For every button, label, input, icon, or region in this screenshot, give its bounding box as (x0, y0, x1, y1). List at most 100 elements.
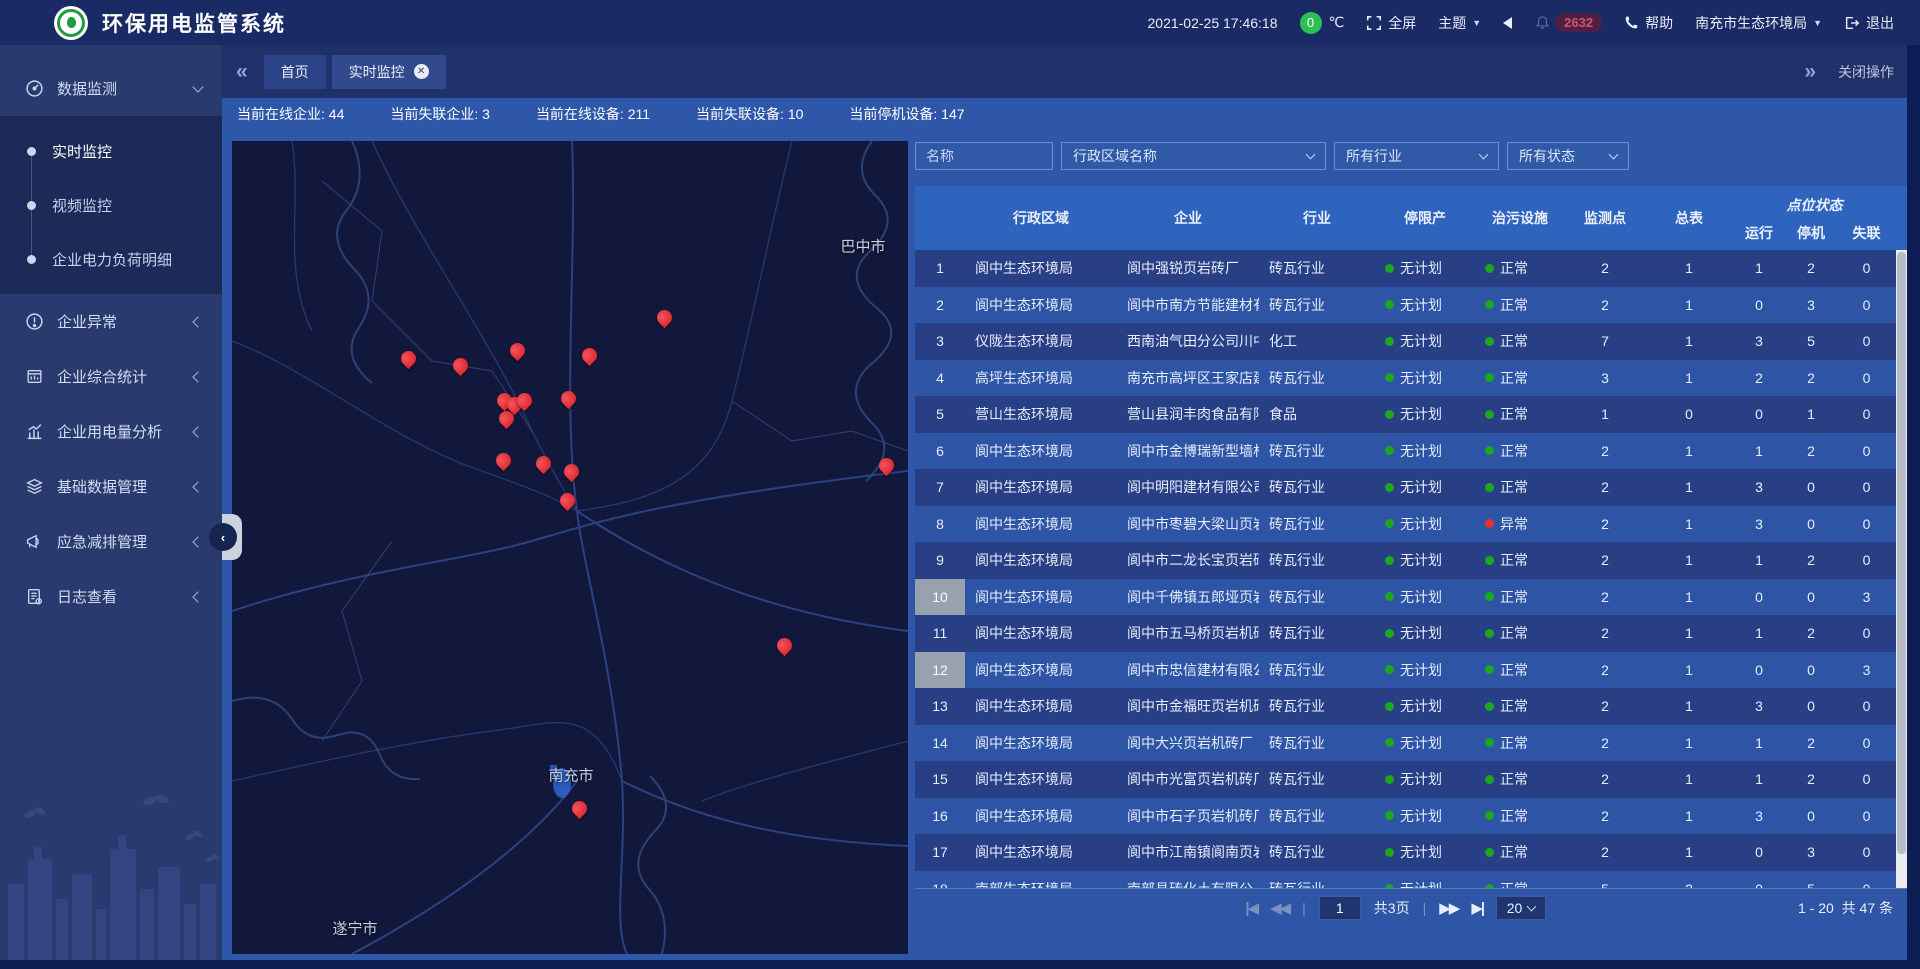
column-header: 行业 (1259, 186, 1375, 250)
sidebar-item-data-monitor[interactable]: 数据监测 (0, 61, 222, 116)
map-panel[interactable]: 巴中市南充市遂宁市 (232, 141, 908, 954)
notification-widget[interactable]: 2632 (1534, 13, 1602, 32)
sound-icon[interactable] (1503, 17, 1512, 29)
tab-home[interactable]: 首页 (264, 55, 326, 89)
sidebar-subitem-power-load-detail[interactable]: 企业电力负荷明细 (0, 232, 222, 286)
table-row[interactable]: 11阆中生态环境局阆中市五马桥页岩机砖砖瓦行业无计划正常21120 (915, 615, 1907, 652)
cell-monitor: 2 (1565, 615, 1645, 652)
first-page-icon[interactable]: |◀ (1245, 899, 1257, 917)
tabs-scroll-right-icon[interactable]: » (1804, 60, 1816, 84)
close-icon[interactable]: ✕ (414, 64, 429, 79)
table-row[interactable]: 14阆中生态环境局阆中大兴页岩机砖厂砖瓦行业无计划正常21120 (915, 725, 1907, 762)
cell-index: 17 (915, 834, 965, 871)
sidebar-item-log-view[interactable]: 日志查看 (0, 569, 222, 624)
cell-index: 11 (915, 615, 965, 652)
table-row[interactable]: 7阆中生态环境局阆中明阳建材有限公司砖瓦行业无计划正常21300 (915, 469, 1907, 506)
right-strip (1907, 0, 1920, 969)
table-row[interactable]: 16阆中生态环境局阆中市石子页岩机砖厂砖瓦行业无计划正常21300 (915, 798, 1907, 835)
table-row[interactable]: 12阆中生态环境局阆中市忠信建材有限公砖瓦行业无计划正常21003 (915, 652, 1907, 689)
stat-item: 当前在线企业: 44 (237, 104, 344, 124)
table-row[interactable]: 13阆中生态环境局阆中市金福旺页岩机砖砖瓦行业无计划正常21300 (915, 688, 1907, 725)
column-header-index (915, 186, 965, 250)
close-operations-button[interactable]: 关闭操作 (1838, 62, 1894, 82)
sidebar-subitem-video-monitor[interactable]: 视频监控 (0, 178, 222, 232)
table-header: 行政区域企业行业停限产治污设施监测点总表点位状态运行停机失联 (915, 186, 1907, 250)
logout-button[interactable]: 退出 (1844, 13, 1894, 33)
table-row[interactable]: 2阆中生态环境局阆中市南方节能建材有砖瓦行业无计划正常21030 (915, 287, 1907, 324)
scrollbar-thumb[interactable] (1897, 252, 1906, 854)
page-number-input[interactable] (1319, 896, 1361, 920)
table-row[interactable]: 1阆中生态环境局阆中强锐页岩砖厂砖瓦行业无计划正常21120 (915, 250, 1907, 287)
cell-facility-status: 正常 (1475, 433, 1565, 470)
cell-run: 0 (1733, 652, 1785, 689)
status-select[interactable]: 所有状态 (1507, 142, 1629, 170)
status-dot-icon (1485, 410, 1494, 419)
cell-run: 0 (1733, 871, 1785, 889)
table-row[interactable]: 10阆中生态环境局阆中千佛镇五郎垭页岩砖瓦行业无计划正常21003 (915, 579, 1907, 616)
table-row[interactable]: 3仪陇生态环境局西南油气田分公司川中化工无计划正常71350 (915, 323, 1907, 360)
fullscreen-button[interactable]: 全屏 (1366, 13, 1416, 33)
status-dot-icon (1385, 337, 1394, 346)
cell-run: 0 (1733, 834, 1785, 871)
sidebar-item-basic-data-management[interactable]: 基础数据管理 (0, 459, 222, 514)
last-page-icon[interactable]: ▶| (1471, 899, 1483, 917)
sidebar-item-enterprise-abnormal[interactable]: 企业异常 (0, 294, 222, 349)
page-size-select[interactable]: 20 (1496, 896, 1546, 920)
app-logo-icon (54, 6, 88, 40)
prev-page-icon[interactable]: ◀◀ (1270, 899, 1289, 917)
table-row[interactable]: 17阆中生态环境局阆中市江南镇阆南页岩砖瓦行业无计划正常21030 (915, 834, 1907, 871)
cell-company: 阆中市枣碧大梁山页岩 (1117, 506, 1259, 543)
chevron-left-icon (192, 536, 203, 547)
table-row[interactable]: 5营山生态环境局营山县润丰肉食品有限食品无计划正常10010 (915, 396, 1907, 433)
status-dot-icon (1485, 337, 1494, 346)
column-header: 停限产 (1375, 186, 1475, 250)
sidebar-menu: 数据监测实时监控视频监控企业电力负荷明细企业异常企业综合统计企业用电量分析基础数… (0, 45, 222, 624)
sidebar-item-label: 企业用电量分析 (57, 421, 194, 442)
table-row[interactable]: 9阆中生态环境局阆中市二龙长宝页岩砖砖瓦行业无计划正常21120 (915, 542, 1907, 579)
chevron-down-icon (1609, 150, 1619, 160)
cell-facility-status: 正常 (1475, 360, 1565, 397)
cell-industry: 砖瓦行业 (1259, 798, 1375, 835)
status-dot-icon (1385, 519, 1394, 528)
tab-realtime[interactable]: 实时监控✕ (332, 55, 446, 89)
cell-monitor: 2 (1565, 287, 1645, 324)
cell-meter: 1 (1645, 615, 1733, 652)
cell-index: 10 (915, 579, 965, 616)
cell-run: 3 (1733, 798, 1785, 835)
cell-meter: 1 (1645, 469, 1733, 506)
filter-bar: 行政区域名称 所有行业 所有状态 (915, 142, 1629, 170)
map-collapse-handle[interactable]: ‹ (222, 514, 242, 560)
sidebar-item-enterprise-statistics[interactable]: 企业综合统计 (0, 349, 222, 404)
sidebar-item-power-usage-analysis[interactable]: 企业用电量分析 (0, 404, 222, 459)
table-row[interactable]: 18南部生态环境局南部县砖化土有限公砖瓦行业无计划正常52050 (915, 871, 1907, 889)
tabs-scroll-left-icon[interactable]: « (236, 60, 248, 84)
next-page-icon[interactable]: ▶▶ (1439, 899, 1458, 917)
status-text: 正常 (1500, 733, 1528, 753)
help-button[interactable]: 帮助 (1624, 13, 1673, 33)
sidebar-subitem-realtime-monitor[interactable]: 实时监控 (0, 124, 222, 178)
status-text: 正常 (1500, 879, 1528, 888)
cell-facility-status: 正常 (1475, 542, 1565, 579)
cell-index: 13 (915, 688, 965, 725)
cell-limit-status: 无计划 (1375, 652, 1475, 689)
temperature-unit: ℃ (1329, 14, 1345, 31)
industry-select[interactable]: 所有行业 (1334, 142, 1499, 170)
table-row[interactable]: 6阆中生态环境局阆中市金博瑞新型墙材砖瓦行业无计划正常21120 (915, 433, 1907, 470)
sidebar: 数据监测实时监控视频监控企业电力负荷明细企业异常企业综合统计企业用电量分析基础数… (0, 45, 222, 969)
status-dot-icon (1385, 446, 1394, 455)
sidebar-item-emergency-reduction[interactable]: 应急减排管理 (0, 514, 222, 569)
map-roads (232, 141, 908, 954)
user-org-dropdown[interactable]: 南充市生态环境局 ▼ (1695, 13, 1822, 33)
status-text: 正常 (1500, 404, 1528, 424)
region-select[interactable]: 行政区域名称 (1061, 142, 1326, 170)
status-dot-icon (1485, 446, 1494, 455)
name-search-input[interactable] (915, 142, 1053, 170)
table-row[interactable]: 8阆中生态环境局阆中市枣碧大梁山页岩砖瓦行业无计划异常21300 (915, 506, 1907, 543)
cell-region: 阆中生态环境局 (965, 542, 1117, 579)
cell-index: 12 (915, 652, 965, 689)
table-row[interactable]: 15阆中生态环境局阆中市光富页岩机砖厂砖瓦行业无计划正常21120 (915, 761, 1907, 798)
tabs: 首页实时监控✕ (264, 55, 452, 89)
theme-dropdown[interactable]: 主题 ▼ (1438, 13, 1481, 33)
table-row[interactable]: 4高坪生态环境局南充市高坪区王家店建砖瓦行业无计划正常31220 (915, 360, 1907, 397)
cell-meter: 1 (1645, 652, 1733, 689)
